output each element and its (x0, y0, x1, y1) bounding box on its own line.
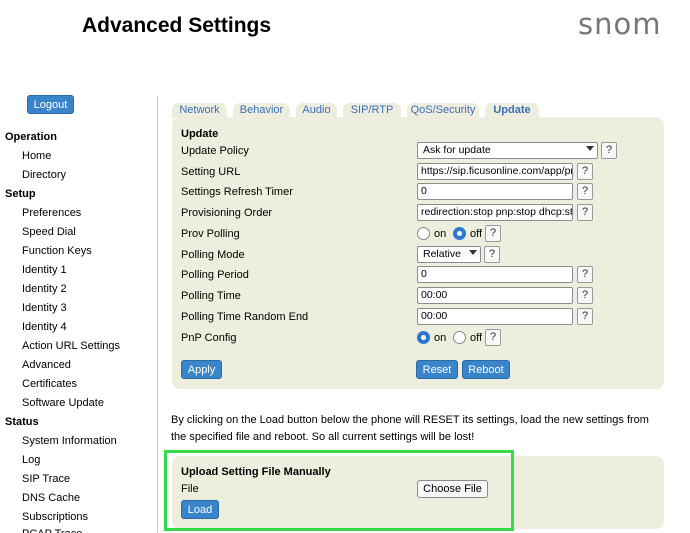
sidebar-item-preferences[interactable]: Preferences (22, 207, 81, 219)
pnp-config-label: PnP Config (181, 332, 237, 344)
reboot-button[interactable]: Reboot (462, 360, 510, 379)
polling-time-random-end-label: Polling Time Random End (181, 311, 309, 323)
provisioning-order-input[interactable]: redirection:stop pnp:stop dhcp:st (417, 204, 573, 221)
prov-polling-on-radio[interactable] (417, 227, 430, 240)
settings-refresh-timer-input[interactable]: 0 (417, 183, 573, 200)
pnp-config-on-radio[interactable] (417, 331, 430, 344)
help-button[interactable]: ? (577, 183, 593, 200)
sidebar-item-pcap-trace[interactable]: PCAP Trace (22, 528, 82, 533)
prov-polling-label: Prov Polling (181, 228, 240, 240)
sidebar-item-directory[interactable]: Directory (22, 169, 66, 181)
polling-mode-label: Polling Mode (181, 249, 245, 261)
tab-behavior[interactable]: Behavior (233, 103, 290, 118)
sidebar-item-identity-1[interactable]: Identity 1 (22, 264, 67, 276)
sidebar-item-home[interactable]: Home (22, 150, 51, 162)
sidebar-item-identity-2[interactable]: Identity 2 (22, 283, 67, 295)
prov-polling-off-label: off (470, 228, 483, 240)
pnp-config-off-label: off (470, 332, 483, 344)
logout-button[interactable]: Logout (27, 95, 74, 114)
help-button[interactable]: ? (484, 246, 500, 263)
polling-mode-select[interactable]: Relative (417, 246, 481, 263)
reset-warning-text: By clicking on the Load button below the… (171, 414, 649, 443)
apply-button[interactable]: Apply (181, 360, 222, 379)
choose-file-button[interactable]: Choose File (417, 480, 488, 498)
sidebar-item-certificates[interactable]: Certificates (22, 378, 77, 390)
help-button[interactable]: ? (577, 287, 593, 304)
sidebar-item-log[interactable]: Log (22, 454, 40, 466)
help-button[interactable]: ? (577, 308, 593, 325)
tab-sip-rtp[interactable]: SIP/RTP (343, 103, 401, 118)
snom-logo: snom (578, 7, 662, 41)
polling-period-input[interactable]: 0 (417, 266, 573, 283)
upload-file-label: File (181, 483, 199, 495)
sidebar-item-software-update[interactable]: Software Update (22, 397, 104, 409)
settings-refresh-timer-label: Settings Refresh Timer (181, 186, 293, 198)
sidebar-heading-operation: Operation (5, 131, 57, 143)
sidebar-item-function-keys[interactable]: Function Keys (22, 245, 92, 257)
polling-time-label: Polling Time (181, 290, 241, 302)
tab-network[interactable]: Network (172, 103, 227, 118)
help-button[interactable]: ? (485, 329, 501, 346)
polling-period-label: Polling Period (181, 269, 249, 281)
update-policy-select[interactable]: Ask for update (417, 142, 598, 159)
sidebar-heading-status: Status (5, 416, 39, 428)
reset-button[interactable]: Reset (416, 360, 458, 379)
polling-time-input[interactable]: 00:00 (417, 287, 573, 304)
sidebar-item-sip-trace[interactable]: SIP Trace (22, 473, 70, 485)
pnp-config-off-radio[interactable] (453, 331, 466, 344)
sidebar-item-subscriptions[interactable]: Subscriptions (22, 511, 88, 523)
section-title: Update (181, 128, 219, 140)
help-button[interactable]: ? (577, 163, 593, 180)
tab-audio[interactable]: Audio (296, 103, 337, 118)
prov-polling-off-radio[interactable] (453, 227, 466, 240)
upload-title: Upload Setting File Manually (181, 466, 331, 478)
setting-url-input[interactable]: https://sip.ficusonline.com/app/pr (417, 163, 573, 180)
help-button[interactable]: ? (601, 142, 617, 159)
sidebar-heading-setup: Setup (5, 188, 36, 200)
chevron-down-icon (586, 146, 594, 151)
load-button[interactable]: Load (181, 500, 219, 519)
prov-polling-on-label: on (434, 228, 447, 240)
sidebar-item-speed-dial[interactable]: Speed Dial (22, 226, 76, 238)
help-button[interactable]: ? (485, 225, 501, 242)
sidebar-divider (157, 96, 158, 533)
sidebar-item-identity-3[interactable]: Identity 3 (22, 302, 67, 314)
polling-time-random-end-input[interactable]: 00:00 (417, 308, 573, 325)
sidebar-item-identity-4[interactable]: Identity 4 (22, 321, 67, 333)
sidebar-item-action-url-settings[interactable]: Action URL Settings (22, 340, 120, 352)
tab-qos-security[interactable]: QoS/Security (407, 103, 479, 118)
tab-update[interactable]: Update (485, 103, 539, 118)
update-policy-label: Update Policy (181, 145, 249, 157)
sidebar-item-system-information[interactable]: System Information (22, 435, 117, 447)
pnp-config-on-label: on (434, 332, 447, 344)
chevron-down-icon (469, 250, 477, 255)
help-button[interactable]: ? (577, 204, 593, 221)
sidebar-item-dns-cache[interactable]: DNS Cache (22, 492, 80, 504)
setting-url-label: Setting URL (181, 166, 241, 178)
help-button[interactable]: ? (577, 266, 593, 283)
sidebar-item-advanced[interactable]: Advanced (22, 359, 71, 371)
provisioning-order-label: Provisioning Order (181, 207, 273, 219)
page-title: Advanced Settings (82, 14, 272, 37)
